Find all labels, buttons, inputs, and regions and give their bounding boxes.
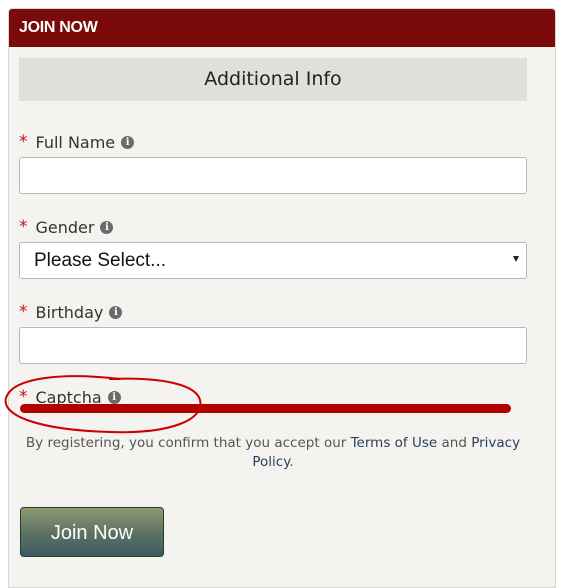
required-asterisk: *: [19, 132, 28, 152]
full-name-input[interactable]: [19, 157, 527, 194]
terms-notice: By registering, you confirm that you acc…: [19, 434, 527, 472]
required-asterisk: *: [19, 217, 28, 237]
info-icon[interactable]: i: [107, 390, 121, 404]
required-asterisk: *: [19, 302, 28, 322]
full-name-label: * Full Name i: [19, 132, 135, 152]
info-icon[interactable]: i: [100, 220, 114, 234]
terms-of-use-link[interactable]: Terms of Use: [351, 435, 438, 451]
gender-selected-value: Please Select...: [34, 249, 167, 271]
terms-and: and: [441, 435, 467, 451]
gender-label-text: Gender: [35, 217, 95, 237]
terms-prefix: By registering, you confirm that you acc…: [25, 435, 347, 451]
info-icon[interactable]: i: [109, 305, 123, 319]
full-name-label-text: Full Name: [35, 132, 116, 152]
section-title: Additional Info: [19, 58, 527, 101]
gender-select[interactable]: Please Select...: [19, 242, 527, 279]
gender-label: * Gender i: [19, 217, 114, 237]
panel-header-title: JOIN NOW: [9, 9, 555, 47]
caret-down-icon: [513, 256, 519, 262]
birthday-label: * Birthday i: [19, 302, 123, 322]
info-icon[interactable]: i: [121, 135, 135, 149]
birthday-input[interactable]: [19, 327, 527, 364]
birthday-label-text: Birthday: [35, 302, 104, 322]
join-now-button[interactable]: Join Now: [20, 507, 164, 557]
terms-suffix: .: [289, 454, 294, 470]
captcha-redaction-bar: [20, 404, 511, 413]
